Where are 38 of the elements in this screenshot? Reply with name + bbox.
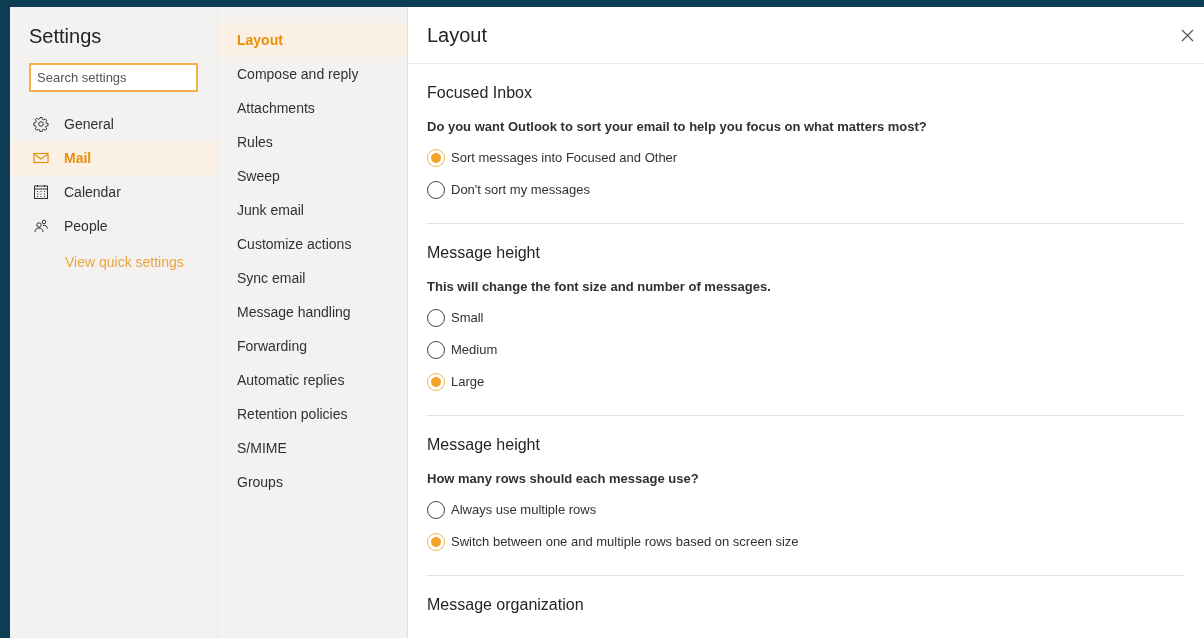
section-heading: Message organization (427, 595, 585, 615)
settings-title: Settings (28, 24, 103, 49)
search-field[interactable]: Search settings (29, 63, 198, 92)
subnav-item[interactable]: Customize actions (218, 227, 407, 261)
subnav-item[interactable]: S/MIME (218, 431, 407, 465)
subnav-item[interactable]: Groups (218, 465, 407, 499)
radio-label: Always use multiple rows (451, 501, 597, 520)
section-heading: Message height (427, 243, 541, 263)
subnav-item[interactable]: Rules (218, 125, 407, 159)
subnav-item[interactable]: Attachments (218, 91, 407, 125)
sidebar-item[interactable]: Calendar (10, 175, 217, 209)
section-question: Do you want Outlook to sort your email to help you focus on what matters most? (427, 118, 928, 136)
mail-icon (33, 150, 49, 166)
radio-label: Small (451, 309, 484, 328)
sidebar-item[interactable]: General (10, 107, 217, 141)
radio-label: Don't sort my messages (451, 181, 591, 200)
subnav-item[interactable]: Sync email (218, 261, 407, 295)
subnav-item[interactable]: Compose and reply (218, 57, 407, 91)
calendar-icon (33, 184, 49, 200)
subnav-item[interactable]: Junk email (218, 193, 407, 227)
section-heading: Message height (427, 435, 541, 455)
gear-icon (33, 116, 49, 132)
close-icon[interactable] (1181, 28, 1194, 42)
radio-label: Switch between one and multiple rows based on screen size (451, 533, 799, 552)
page-title: Layout (427, 23, 488, 48)
section-question: This will change the font size and number of messages. (427, 278, 772, 296)
subnav-item[interactable]: Forwarding (218, 329, 407, 363)
subnav-item[interactable]: Message handling (218, 295, 407, 329)
people-icon (33, 218, 49, 234)
section-heading: Focused Inbox (427, 83, 533, 103)
radio-label: Large (451, 373, 485, 392)
radio-label: Sort messages into Focused and Other (451, 149, 678, 168)
sidebar-item[interactable]: People (10, 209, 217, 243)
subnav-item[interactable]: Automatic replies (218, 363, 407, 397)
subnav-item[interactable]: Retention policies (218, 397, 407, 431)
radio-label: Medium (451, 341, 498, 360)
subnav-item[interactable]: Sweep (218, 159, 407, 193)
section-question: How many rows should each message use? (427, 470, 700, 488)
